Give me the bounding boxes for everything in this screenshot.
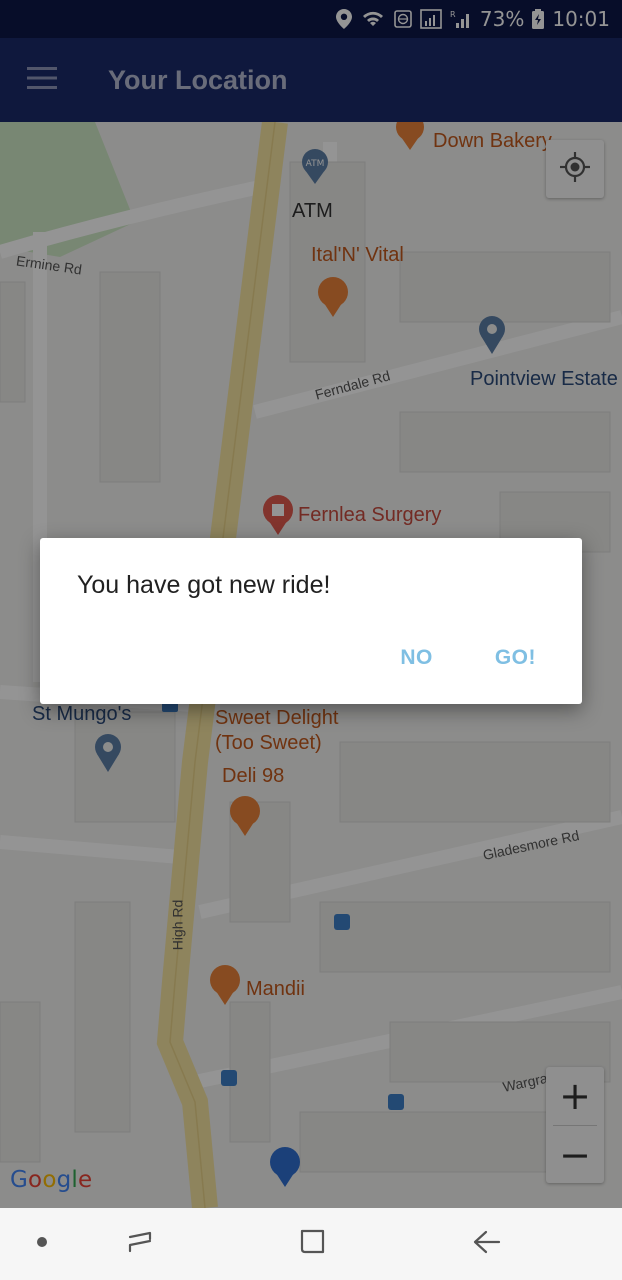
back-button[interactable] [447, 1208, 527, 1280]
nav-dot-button[interactable] [2, 1208, 82, 1280]
home-button[interactable] [273, 1208, 353, 1280]
system-nav-bar [0, 1208, 622, 1280]
home-icon [299, 1228, 327, 1261]
nav-dot-icon [36, 1235, 48, 1253]
dialog-message: You have got new ride! [77, 571, 331, 599]
new-ride-dialog: You have got new ride! NO GO! [40, 538, 582, 704]
no-button[interactable]: NO [400, 646, 433, 670]
screen: R 73% 10:01 Your Location ATM Down Baker… [0, 0, 622, 1280]
recent-apps-button[interactable] [100, 1208, 180, 1280]
recent-apps-icon [126, 1229, 154, 1260]
back-icon [472, 1229, 502, 1260]
go-button[interactable]: GO! [495, 646, 536, 670]
dialog-actions: NO GO! [400, 646, 536, 670]
